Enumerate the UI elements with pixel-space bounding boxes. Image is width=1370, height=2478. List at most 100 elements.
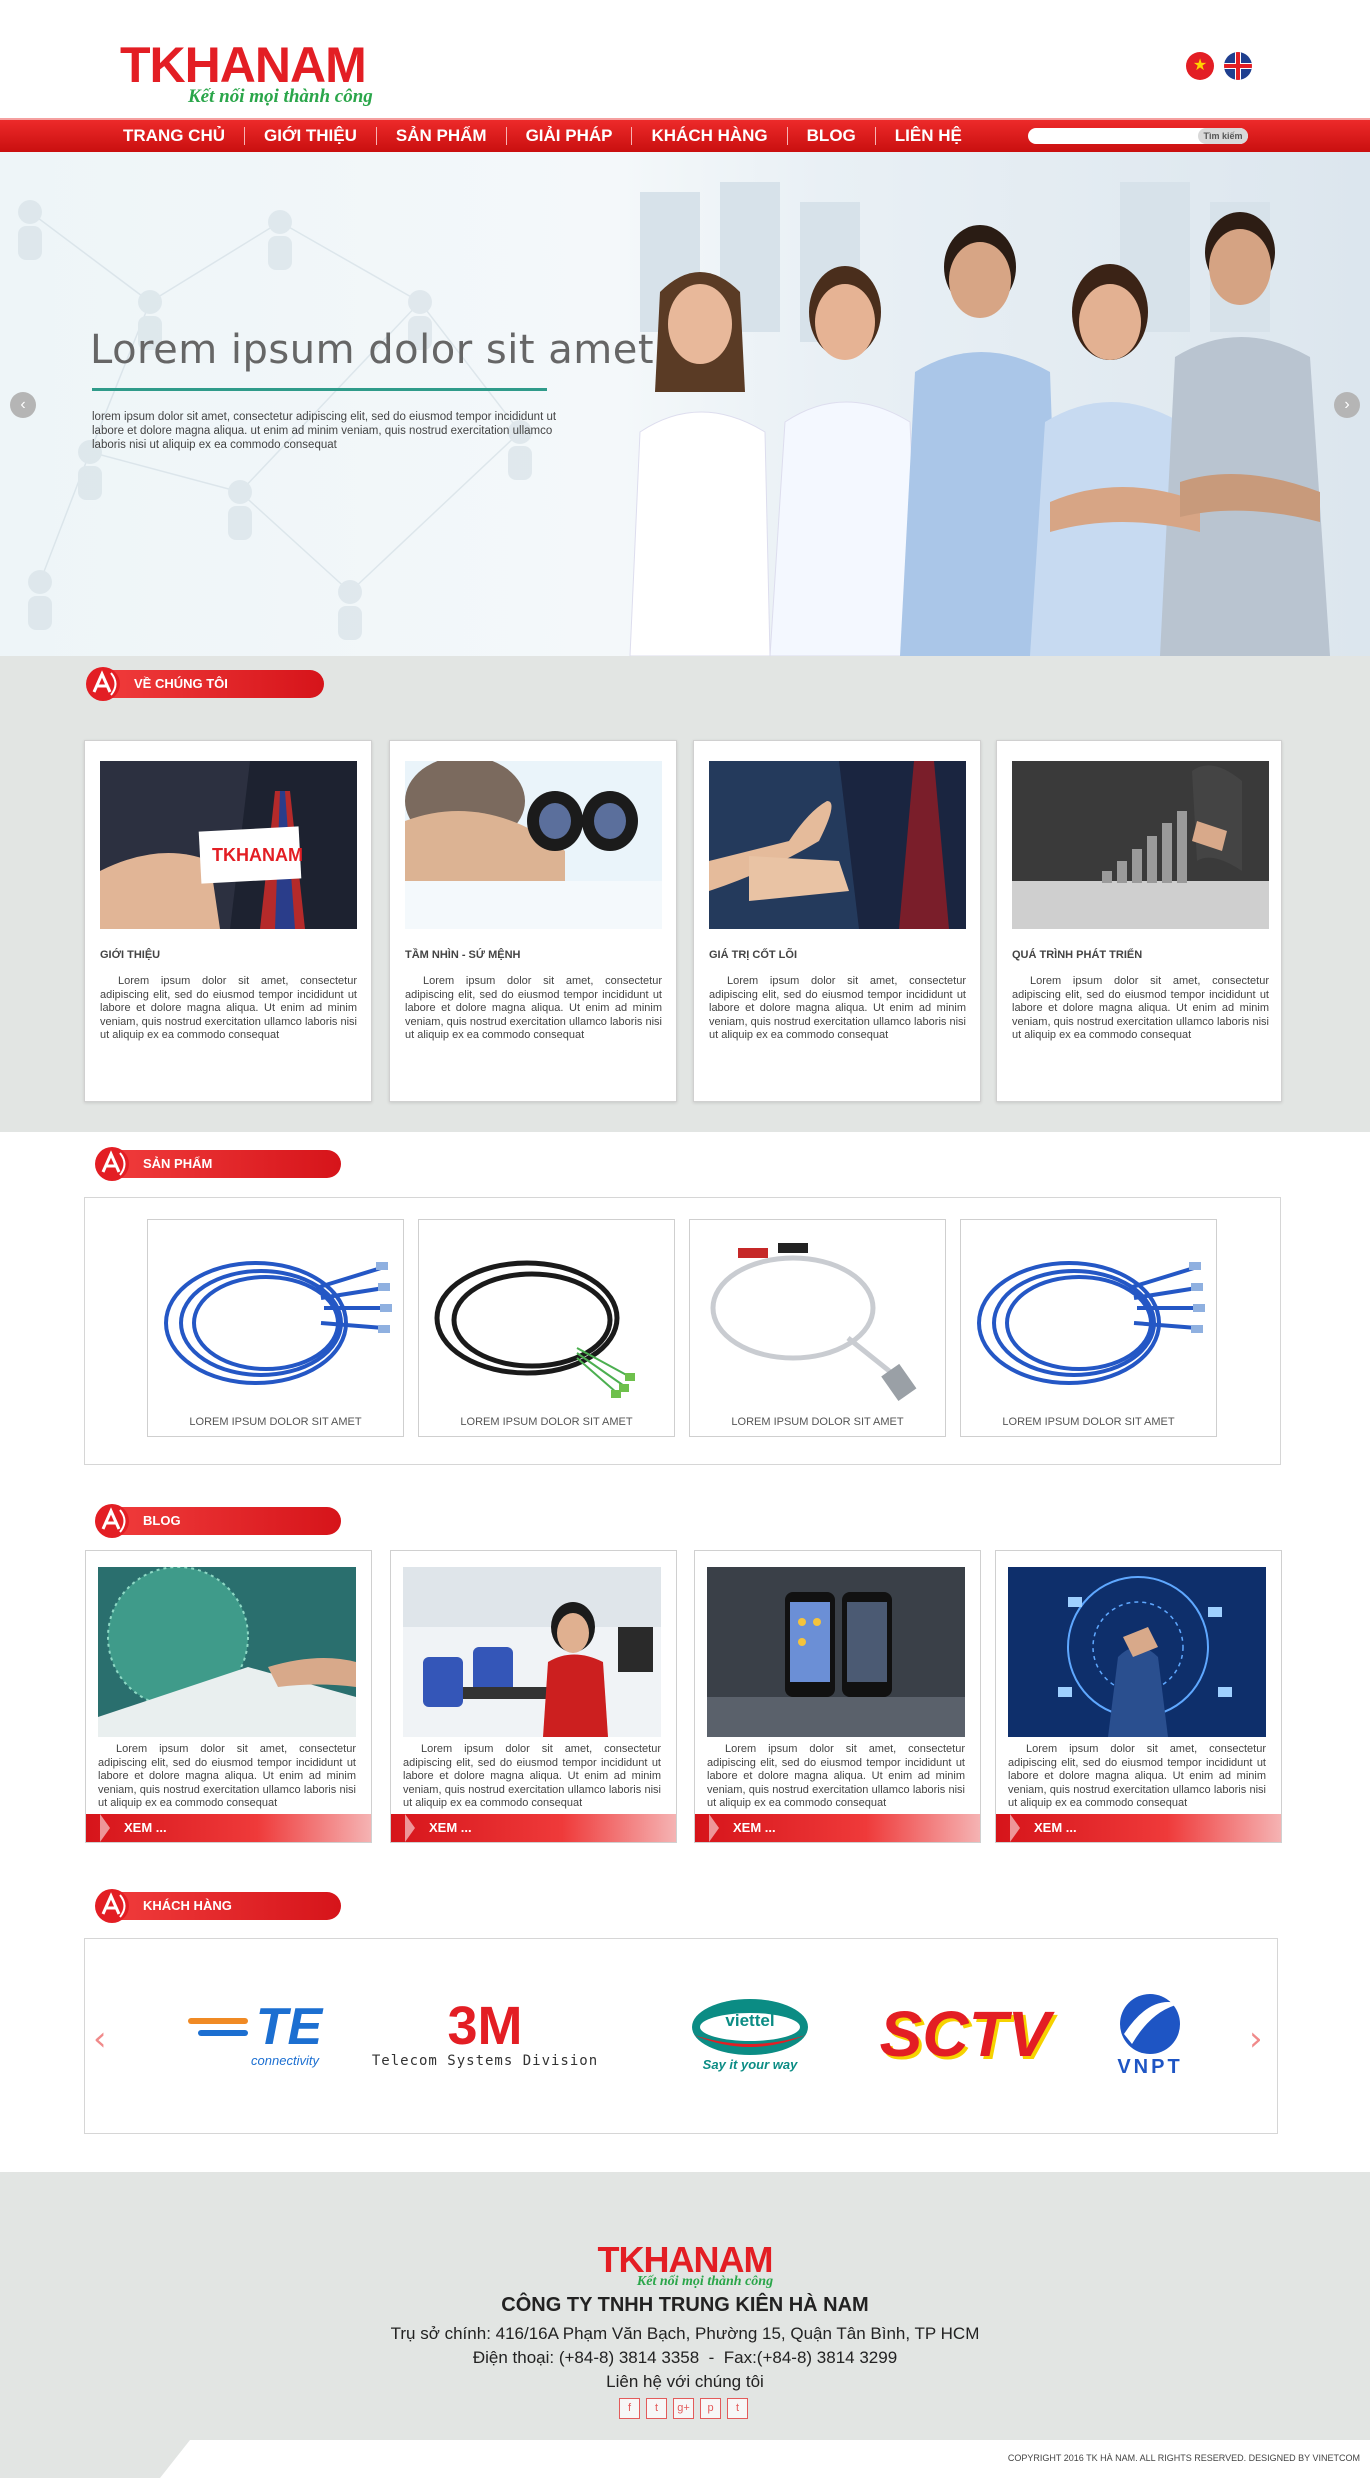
logo[interactable]: TKHANAM Kết nối mọi thành công xyxy=(120,40,373,108)
clients-section-label: KHÁCH HÀNG xyxy=(93,1889,341,1923)
vnpt-globe-icon xyxy=(1120,1993,1180,2054)
section-arrow-icon xyxy=(95,1504,129,1538)
section-arrow-icon xyxy=(95,1889,129,1923)
read-more-button[interactable]: XEM ... xyxy=(86,1814,371,1842)
card-title: GIÁ TRỊ CỐT LÕI xyxy=(709,949,797,961)
about-section-title: VỀ CHÚNG TÔI xyxy=(112,670,324,698)
social-links: f t g+ p t xyxy=(619,2398,748,2419)
client-logo-viettel[interactable]: viettel Say it your way xyxy=(675,1979,825,2089)
blue-fiber-cable-image xyxy=(164,1261,392,1385)
blog-card[interactable]: Lorem ipsum dolor sit amet, consectetur … xyxy=(995,1550,1282,1843)
blog-card[interactable]: Lorem ipsum dolor sit amet, consectetur … xyxy=(694,1550,981,1843)
clients-next-button[interactable]: › xyxy=(1249,2019,1263,2059)
clients-carousel: ‹ › TE connectivity 3M Telecom Systems D… xyxy=(84,1938,1278,2134)
product-name: LOREM IPSUM DOLOR SIT AMET xyxy=(1002,1416,1175,1428)
blue-fiber-cable-image xyxy=(977,1261,1205,1385)
hero-slider: Lorem ipsum dolor sit amet lorem ipsum d… xyxy=(0,152,1370,656)
product-card[interactable]: LOREM IPSUM DOLOR SIT AMET xyxy=(147,1219,404,1437)
card-logo-text: TKHANAM xyxy=(212,845,303,865)
facebook-icon[interactable]: f xyxy=(619,2398,640,2419)
hero-prev-button[interactable]: ‹ xyxy=(10,392,36,418)
tumblr-icon[interactable]: t xyxy=(727,2398,748,2419)
search-button[interactable]: Tìm kiếm xyxy=(1198,128,1248,144)
vietnam-flag-icon[interactable]: ★ xyxy=(1186,52,1214,80)
binoculars-image xyxy=(405,761,662,929)
nav-item-home[interactable]: TRANG CHỦ xyxy=(104,127,245,145)
nav-item-blog[interactable]: BLOG xyxy=(788,127,876,145)
digital-network-image xyxy=(1008,1567,1266,1737)
about-section: VỀ CHÚNG TÔI TKHANAM GIỚI THIỆU Lorem ip… xyxy=(0,656,1370,1132)
blog-section-label: BLOG xyxy=(93,1504,341,1538)
nav-item-solutions[interactable]: GIẢI PHÁP xyxy=(507,127,633,145)
client-logo-3m[interactable]: 3M Telecom Systems Division xyxy=(372,1979,597,2089)
client-logo-main: VNPT xyxy=(1117,2055,1183,2078)
nav-item-about[interactable]: GIỚI THIỆU xyxy=(245,127,377,145)
card-title: QUÁ TRÌNH PHÁT TRIỂN xyxy=(1012,949,1143,961)
section-arrow-icon xyxy=(86,667,120,701)
product-card[interactable]: LOREM IPSUM DOLOR SIT AMET xyxy=(689,1219,946,1437)
about-card-values[interactable]: GIÁ TRỊ CỐT LÕI Lorem ipsum dolor sit am… xyxy=(693,740,981,1102)
test-cable-image xyxy=(710,1243,917,1402)
card-text: Lorem ipsum dolor sit amet, consectetur … xyxy=(709,975,966,1041)
contact-link[interactable]: Liên hệ với chúng tôi xyxy=(0,2372,1370,2392)
footer-logo-tagline: Kết nối mọi thành công xyxy=(636,2274,774,2289)
google-plus-icon[interactable]: g+ xyxy=(673,2398,694,2419)
blog-card[interactable]: Lorem ipsum dolor sit amet, consectetur … xyxy=(390,1550,677,1843)
blog-text: Lorem ipsum dolor sit amet, consectetur … xyxy=(1008,1743,1266,1809)
client-logo-sub: Say it your way xyxy=(702,2056,798,2072)
handshake-image xyxy=(709,761,966,929)
client-logo-main: TE xyxy=(255,1997,323,2056)
client-logo-vnpt[interactable]: VNPT xyxy=(1095,1979,1205,2089)
product-name: LOREM IPSUM DOLOR SIT AMET xyxy=(460,1416,633,1428)
growth-chart-image xyxy=(1012,761,1269,929)
blog-text: Lorem ipsum dolor sit amet, consectetur … xyxy=(98,1743,356,1809)
pinterest-icon[interactable]: p xyxy=(700,2398,721,2419)
nav-item-clients[interactable]: KHÁCH HÀNG xyxy=(632,127,788,145)
client-logo-main: 3M xyxy=(447,1996,523,2056)
hero-title: Lorem ipsum dolor sit amet xyxy=(90,327,655,373)
footer-logo[interactable]: TKHANAM Kết nối mọi thành công xyxy=(0,2242,1370,2290)
footer: TKHANAM Kết nối mọi thành công CÔNG TY T… xyxy=(0,2172,1370,2478)
about-card-history[interactable]: QUÁ TRÌNH PHÁT TRIỂN Lorem ipsum dolor s… xyxy=(996,740,1282,1102)
read-more-button[interactable]: XEM ... xyxy=(391,1814,676,1842)
product-card[interactable]: LOREM IPSUM DOLOR SIT AMET xyxy=(418,1219,675,1437)
client-logo-sctv[interactable]: SCTV xyxy=(880,1979,1051,2089)
hero-divider xyxy=(92,388,547,391)
nav-item-products[interactable]: SẢN PHẨM xyxy=(377,127,507,145)
language-switcher: ★ xyxy=(1186,52,1252,80)
uk-flag-icon[interactable] xyxy=(1224,52,1252,80)
products-section-title: SẢN PHẨM xyxy=(121,1150,341,1178)
company-phone: Điện thoại: (+84-8) 3814 3358 - Fax:(+84… xyxy=(472,2348,898,2367)
main-nav: TRANG CHỦ GIỚI THIỆU SẢN PHẨM GIẢI PHÁP … xyxy=(0,118,1370,152)
hero-text: lorem ipsum dolor sit amet, consectetur … xyxy=(92,411,557,451)
company-name: CÔNG TY TNHH TRUNG KIÊN HÀ NAM xyxy=(501,2294,869,2316)
client-logo-main: viettel xyxy=(725,2011,775,2030)
black-fiber-cable-image xyxy=(434,1260,635,1398)
about-card-vision[interactable]: TẦM NHÌN - SỨ MỆNH Lorem ipsum dolor sit… xyxy=(389,740,677,1102)
network-background xyxy=(18,200,532,640)
te-swoosh-icon xyxy=(187,2017,248,2036)
read-more-button[interactable]: XEM ... xyxy=(695,1814,980,1842)
keyboard-globe-image xyxy=(98,1567,356,1737)
nav-items: TRANG CHỦ GIỚI THIỆU SẢN PHẨM GIẢI PHÁP … xyxy=(104,120,981,152)
business-team-image xyxy=(629,182,1330,656)
read-more-button[interactable]: XEM ... xyxy=(996,1814,1281,1842)
product-card[interactable]: LOREM IPSUM DOLOR SIT AMET xyxy=(960,1219,1217,1437)
product-name: LOREM IPSUM DOLOR SIT AMET xyxy=(731,1416,904,1428)
clients-prev-button[interactable]: ‹ xyxy=(93,2019,107,2059)
product-name: LOREM IPSUM DOLOR SIT AMET xyxy=(189,1416,362,1428)
about-card-intro[interactable]: TKHANAM GIỚI THIỆU Lorem ipsum dolor sit… xyxy=(84,740,372,1102)
blog-section-title: BLOG xyxy=(121,1507,341,1535)
blog-text: Lorem ipsum dolor sit amet, consectetur … xyxy=(707,1743,965,1809)
card-text: Lorem ipsum dolor sit amet, consectetur … xyxy=(405,975,662,1041)
nav-item-contact[interactable]: LIÊN HỆ xyxy=(876,127,981,145)
blog-text: Lorem ipsum dolor sit amet, consectetur … xyxy=(403,1743,661,1809)
about-section-label: VỀ CHÚNG TÔI xyxy=(84,667,324,701)
copyright: COPYRIGHT 2016 TK HÀ NAM. ALL RIGHTS RES… xyxy=(1007,2453,1360,2463)
twitter-icon[interactable]: t xyxy=(646,2398,667,2419)
footer-logo-wordmark: TKHANAM xyxy=(597,2239,774,2280)
computer-lab-image xyxy=(403,1567,661,1737)
client-logo-te[interactable]: TE connectivity xyxy=(165,1979,345,2089)
blog-card[interactable]: Lorem ipsum dolor sit amet, consectetur … xyxy=(85,1550,372,1843)
card-text: Lorem ipsum dolor sit amet, consectetur … xyxy=(100,975,357,1041)
